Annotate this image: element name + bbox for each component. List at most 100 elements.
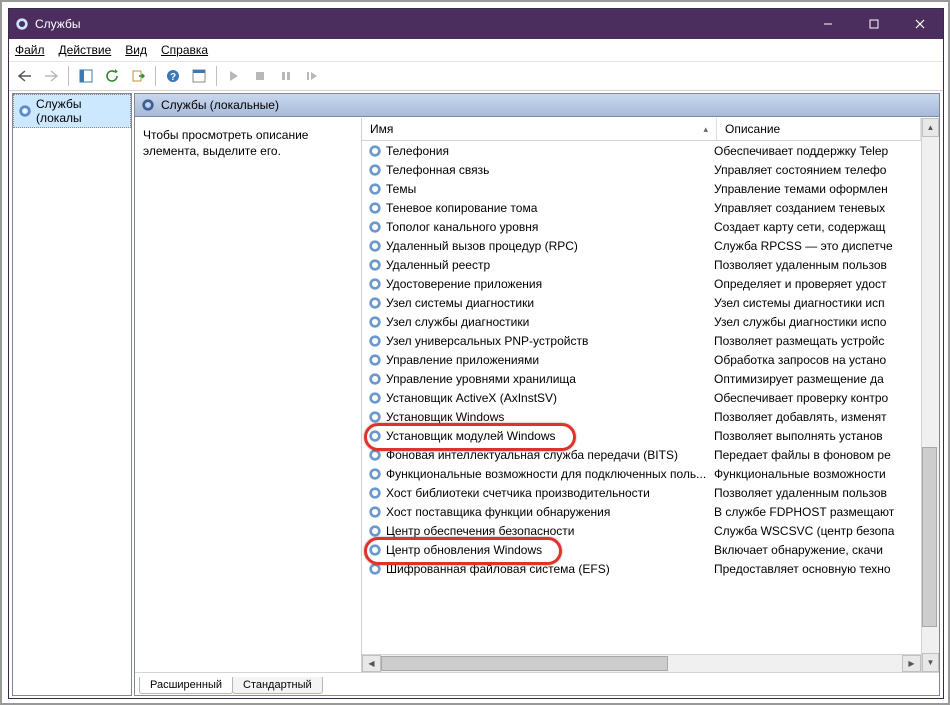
service-name: Хост библиотеки счетчика производительно…: [386, 486, 650, 500]
service-name: Центр обновления Windows: [386, 543, 542, 557]
gear-icon: [368, 562, 382, 576]
forward-button[interactable]: [39, 64, 63, 88]
show-hide-tree-button[interactable]: [74, 64, 98, 88]
gear-icon: [141, 98, 155, 112]
service-row[interactable]: Установщик модулей WindowsПозволяет выпо…: [362, 426, 921, 445]
service-name: Теневое копирование тома: [386, 201, 537, 215]
service-description: Узел службы диагностики испо: [706, 315, 921, 329]
service-description: В службе FDPHOST размещают: [706, 505, 921, 519]
menu-action[interactable]: Действие: [59, 43, 112, 57]
gear-icon: [368, 182, 382, 196]
horizontal-scrollbar[interactable]: ◀ ▶: [362, 654, 921, 672]
service-name: Управление приложениями: [386, 353, 539, 367]
gear-icon: [368, 239, 382, 253]
vscroll-thumb[interactable]: [922, 447, 937, 628]
service-row[interactable]: Узел службы диагностики Узел службы диагн…: [362, 312, 921, 331]
service-description: Обеспечивает поддержку Telep: [706, 144, 921, 158]
stop-service-button[interactable]: [248, 64, 272, 88]
vertical-scrollbar[interactable]: ▲ ▼: [921, 118, 939, 672]
toolbar: ?: [9, 62, 943, 91]
service-name: Телефонная связь: [386, 163, 489, 177]
titlebar: Службы: [9, 9, 943, 39]
service-description: Функциональные возможности: [706, 467, 921, 481]
service-name: Функциональные возможности для подключен…: [386, 467, 706, 481]
service-name: Узел универсальных PNP-устройств: [386, 334, 588, 348]
gear-icon: [368, 543, 382, 557]
service-row[interactable]: Фоновая интеллектуальная служба передачи…: [362, 445, 921, 464]
menu-help[interactable]: Справка: [161, 43, 208, 57]
service-row[interactable]: Центр обновления Windows Включает обнаруж…: [362, 540, 921, 559]
service-description: Управляет состоянием телефо: [706, 163, 921, 177]
service-description: Оптимизирует размещение да: [706, 372, 921, 386]
service-list[interactable]: ТелефонияОбеспечивает поддержку TelepТел…: [362, 141, 921, 654]
service-description: Служба RPCSS — это диспетче: [706, 239, 921, 253]
detail-header-title: Службы (локальные): [161, 98, 279, 112]
service-description: Создает карту сети, содержащ: [706, 220, 921, 234]
menu-file[interactable]: Файл: [15, 43, 45, 57]
service-row[interactable]: Узел универсальных PNP-устройствПозволяе…: [362, 331, 921, 350]
service-row[interactable]: ТелефонияОбеспечивает поддержку Telep: [362, 141, 921, 160]
service-row[interactable]: Центр обеспечения безопасностиСлужба WSC…: [362, 521, 921, 540]
gear-icon: [368, 144, 382, 158]
service-row[interactable]: Функциональные возможности для подключен…: [362, 464, 921, 483]
service-name: Управление уровнями хранилища: [386, 372, 576, 386]
service-name: Узел службы диагностики: [386, 315, 529, 329]
service-row[interactable]: Установщик ActiveX (AxInstSV)Обеспечивае…: [362, 388, 921, 407]
service-row[interactable]: Теневое копирование томаУправляет создан…: [362, 198, 921, 217]
gear-icon: [368, 410, 382, 424]
service-row[interactable]: Тополог канального уровняСоздает карту с…: [362, 217, 921, 236]
service-description: Управление темами оформлен: [706, 182, 921, 196]
column-headers: Имя▴ Описание: [362, 118, 921, 141]
tree-pane[interactable]: Службы (локалы: [12, 93, 132, 696]
service-row[interactable]: Телефонная связь Управляет состоянием тел…: [362, 160, 921, 179]
tab-extended[interactable]: Расширенный: [139, 677, 233, 694]
service-description: Обеспечивает проверку контро: [706, 391, 921, 405]
scroll-down-icon[interactable]: ▼: [922, 653, 939, 672]
service-row[interactable]: Управление уровнями хранилища Оптимизируе…: [362, 369, 921, 388]
view-tabs: Расширенный Стандартный: [135, 672, 939, 695]
menu-view[interactable]: Вид: [125, 43, 147, 57]
detail-header: Службы (локальные): [135, 94, 939, 117]
service-name: Шифрованная файловая система (EFS): [386, 562, 610, 576]
service-row[interactable]: Управление приложениямиОбработка запросо…: [362, 350, 921, 369]
service-name: Хост поставщика функции обнаружения: [386, 505, 610, 519]
start-service-button[interactable]: [222, 64, 246, 88]
maximize-button[interactable]: [851, 9, 897, 39]
scroll-left-icon[interactable]: ◀: [362, 655, 381, 672]
service-row[interactable]: Хост библиотеки счетчика производительно…: [362, 483, 921, 502]
service-description: Включает обнаружение, скачи: [706, 543, 921, 557]
service-row[interactable]: Удаленный реестрПозволяет удаленным поль…: [362, 255, 921, 274]
service-description: Передает файлы в фоновом ре: [706, 448, 921, 462]
service-row[interactable]: Удаленный вызов процедур (RPC)Служба RPC…: [362, 236, 921, 255]
service-row[interactable]: ТемыУправление темами оформлен: [362, 179, 921, 198]
hscroll-thumb[interactable]: [381, 656, 668, 671]
gear-icon: [368, 486, 382, 500]
restart-service-button[interactable]: [300, 64, 324, 88]
gear-icon: [368, 258, 382, 272]
scroll-up-icon[interactable]: ▲: [922, 118, 939, 137]
refresh-button[interactable]: [100, 64, 124, 88]
column-name[interactable]: Имя▴: [362, 118, 717, 140]
gear-icon: [368, 296, 382, 310]
gear-icon: [368, 391, 382, 405]
column-description[interactable]: Описание: [717, 118, 921, 140]
close-button[interactable]: [897, 9, 943, 39]
service-name: Центр обеспечения безопасности: [386, 524, 575, 538]
minimize-button[interactable]: [805, 9, 851, 39]
export-button[interactable]: [126, 64, 150, 88]
tree-item-services-local[interactable]: Службы (локалы: [13, 94, 131, 128]
help-button[interactable]: ?: [161, 64, 185, 88]
service-name: Удостоверение приложения: [386, 277, 542, 291]
service-row[interactable]: Удостоверение приложенияОпределяет и про…: [362, 274, 921, 293]
service-row[interactable]: Хост поставщика функции обнаружения В слу…: [362, 502, 921, 521]
service-row[interactable]: Узел системы диагностикиУзел системы диа…: [362, 293, 921, 312]
service-row[interactable]: Шифрованная файловая система (EFS)Предос…: [362, 559, 921, 578]
svg-text:?: ?: [170, 72, 176, 83]
scroll-right-icon[interactable]: ▶: [902, 655, 921, 672]
tab-standard[interactable]: Стандартный: [232, 677, 323, 694]
gear-icon: [18, 104, 32, 118]
back-button[interactable]: [13, 64, 37, 88]
pause-service-button[interactable]: [274, 64, 298, 88]
service-row[interactable]: Установщик WindowsПозволяет добавлять, и…: [362, 407, 921, 426]
properties-button[interactable]: [187, 64, 211, 88]
